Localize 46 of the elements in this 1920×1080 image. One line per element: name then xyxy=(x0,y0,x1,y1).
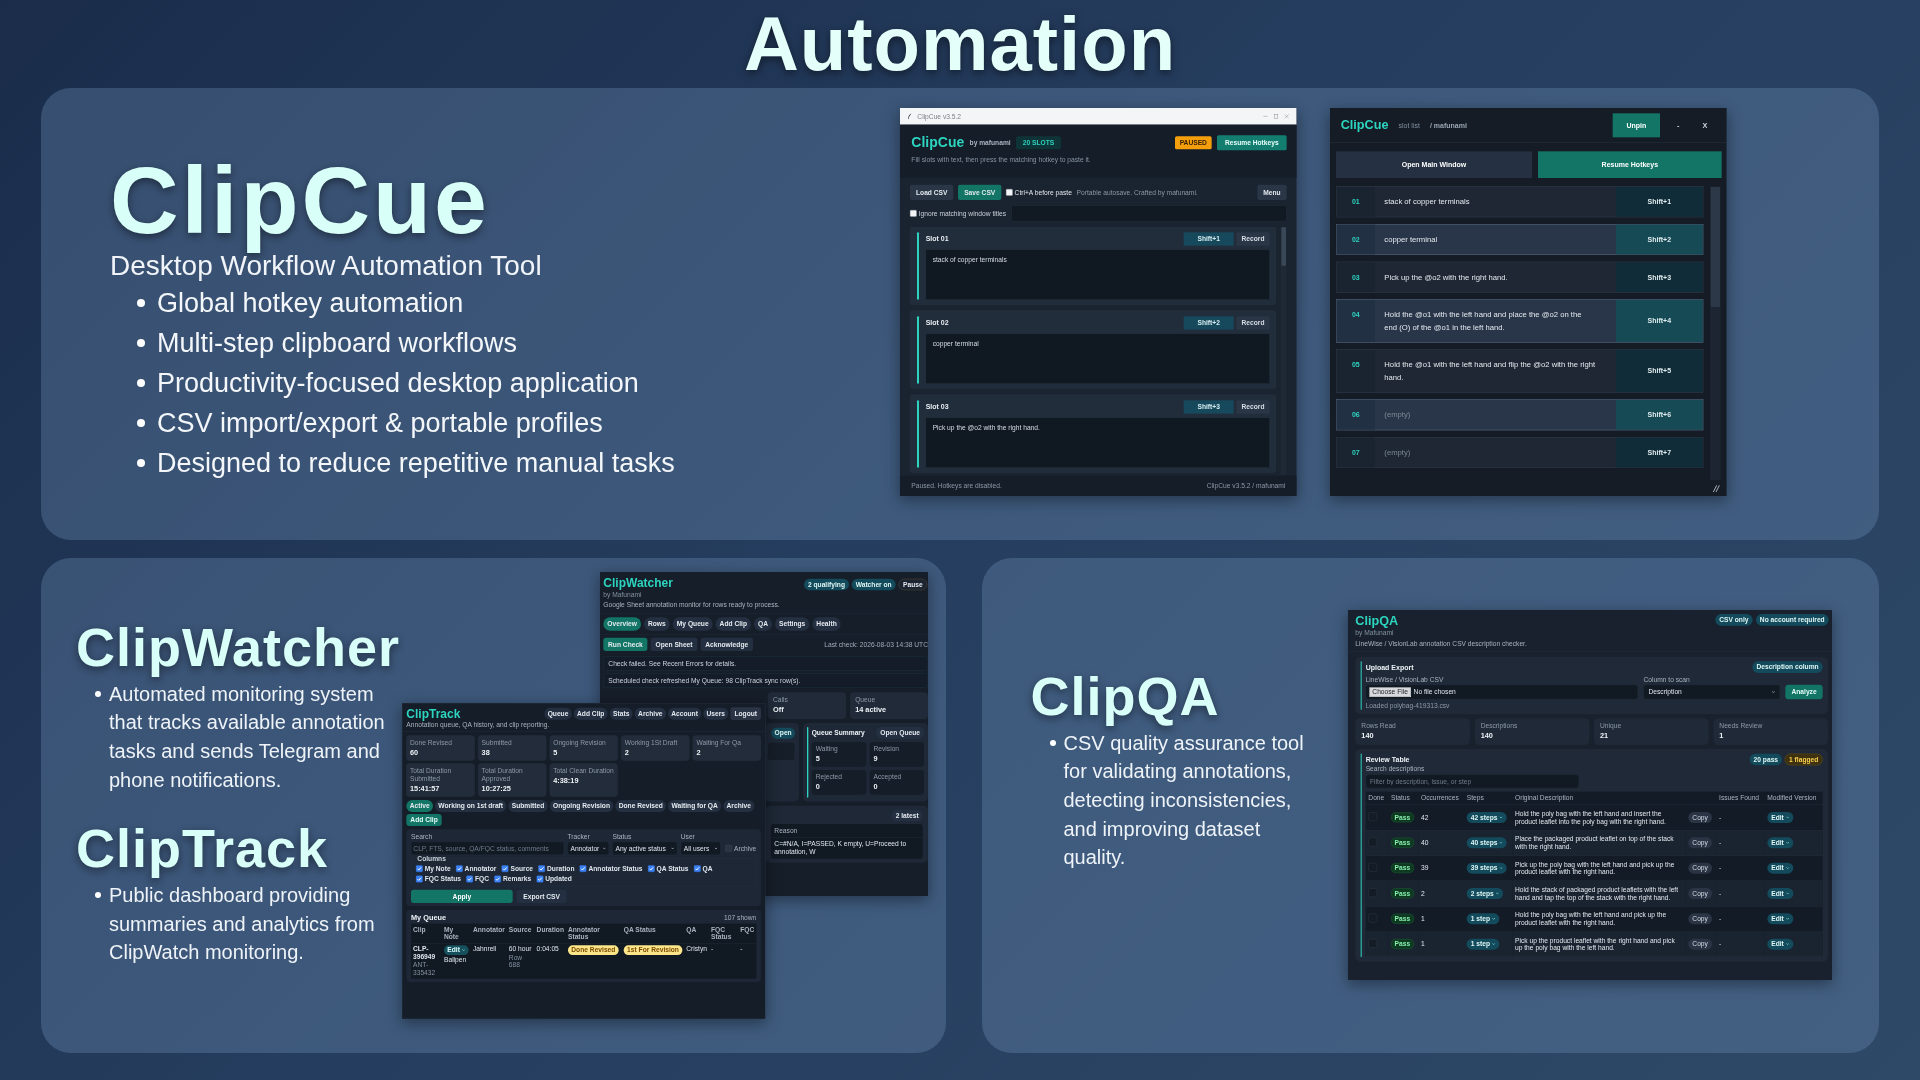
feature-text: CSV import/export & portable profiles xyxy=(157,407,603,439)
checkbox[interactable] xyxy=(693,865,701,872)
product-title: ClipWatcher xyxy=(76,616,402,679)
checkbox[interactable] xyxy=(416,865,423,872)
feature-text: Global hotkey automation xyxy=(157,287,464,319)
checkbox[interactable] xyxy=(536,875,544,883)
bullet-icon xyxy=(137,379,145,387)
bullet-icon xyxy=(95,690,101,697)
checkbox[interactable] xyxy=(1005,189,1013,196)
checkbox[interactable] xyxy=(494,875,502,883)
app-name: ClipWatcher xyxy=(603,576,674,590)
feature-text: Productivity-focused desktop application xyxy=(157,367,639,399)
feature-text: CSV quality assurance tool for validating annotations, detecting inconsistencies, and improving dataset quality. xyxy=(1063,730,1305,871)
accent-bar xyxy=(917,232,919,300)
accent-bar xyxy=(917,316,919,384)
product-title: ClipCue xyxy=(110,146,491,255)
bullet-icon xyxy=(137,299,145,307)
checkbox[interactable] xyxy=(910,210,917,217)
checkbox[interactable] xyxy=(647,865,655,872)
scrollbar-thumb[interactable] xyxy=(1281,227,1286,266)
product-title: ClipQA xyxy=(1030,665,1221,728)
product-title: ClipTrack xyxy=(76,817,330,881)
bullet-icon xyxy=(137,459,145,467)
checkbox[interactable] xyxy=(466,875,473,883)
accent-bar xyxy=(917,400,919,468)
accent-bar xyxy=(807,727,809,798)
app-name: ClipCue xyxy=(1340,118,1389,133)
checkbox[interactable] xyxy=(538,865,546,872)
feature-text: Public dashboard providing summaries and analytics from ClipWatch monitoring. xyxy=(109,882,376,966)
app-name: ClipCue xyxy=(911,134,965,151)
feature-text: Designed to reduce repetitive manual tasks xyxy=(157,447,675,479)
checkbox[interactable] xyxy=(455,865,463,872)
bullet-icon xyxy=(1049,739,1056,746)
page-title: Automation xyxy=(743,0,1177,89)
checkbox[interactable] xyxy=(579,865,587,872)
app-icon xyxy=(907,113,912,120)
checkbox[interactable] xyxy=(501,865,509,872)
bullet-icon xyxy=(137,339,145,347)
feature-text: Automated monitoring system that tracks available annotation tasks and sends Telegram and phone notifications. xyxy=(109,681,386,793)
feature-text: Multi-step clipboard workflows xyxy=(157,327,518,359)
app-name: ClipQA xyxy=(1354,614,1399,629)
scrollbar-thumb[interactable] xyxy=(1710,187,1720,307)
app-name: ClipTrack xyxy=(406,706,461,721)
bullet-icon xyxy=(137,419,145,427)
checkbox[interactable] xyxy=(416,875,423,883)
bullet-icon xyxy=(95,891,101,898)
